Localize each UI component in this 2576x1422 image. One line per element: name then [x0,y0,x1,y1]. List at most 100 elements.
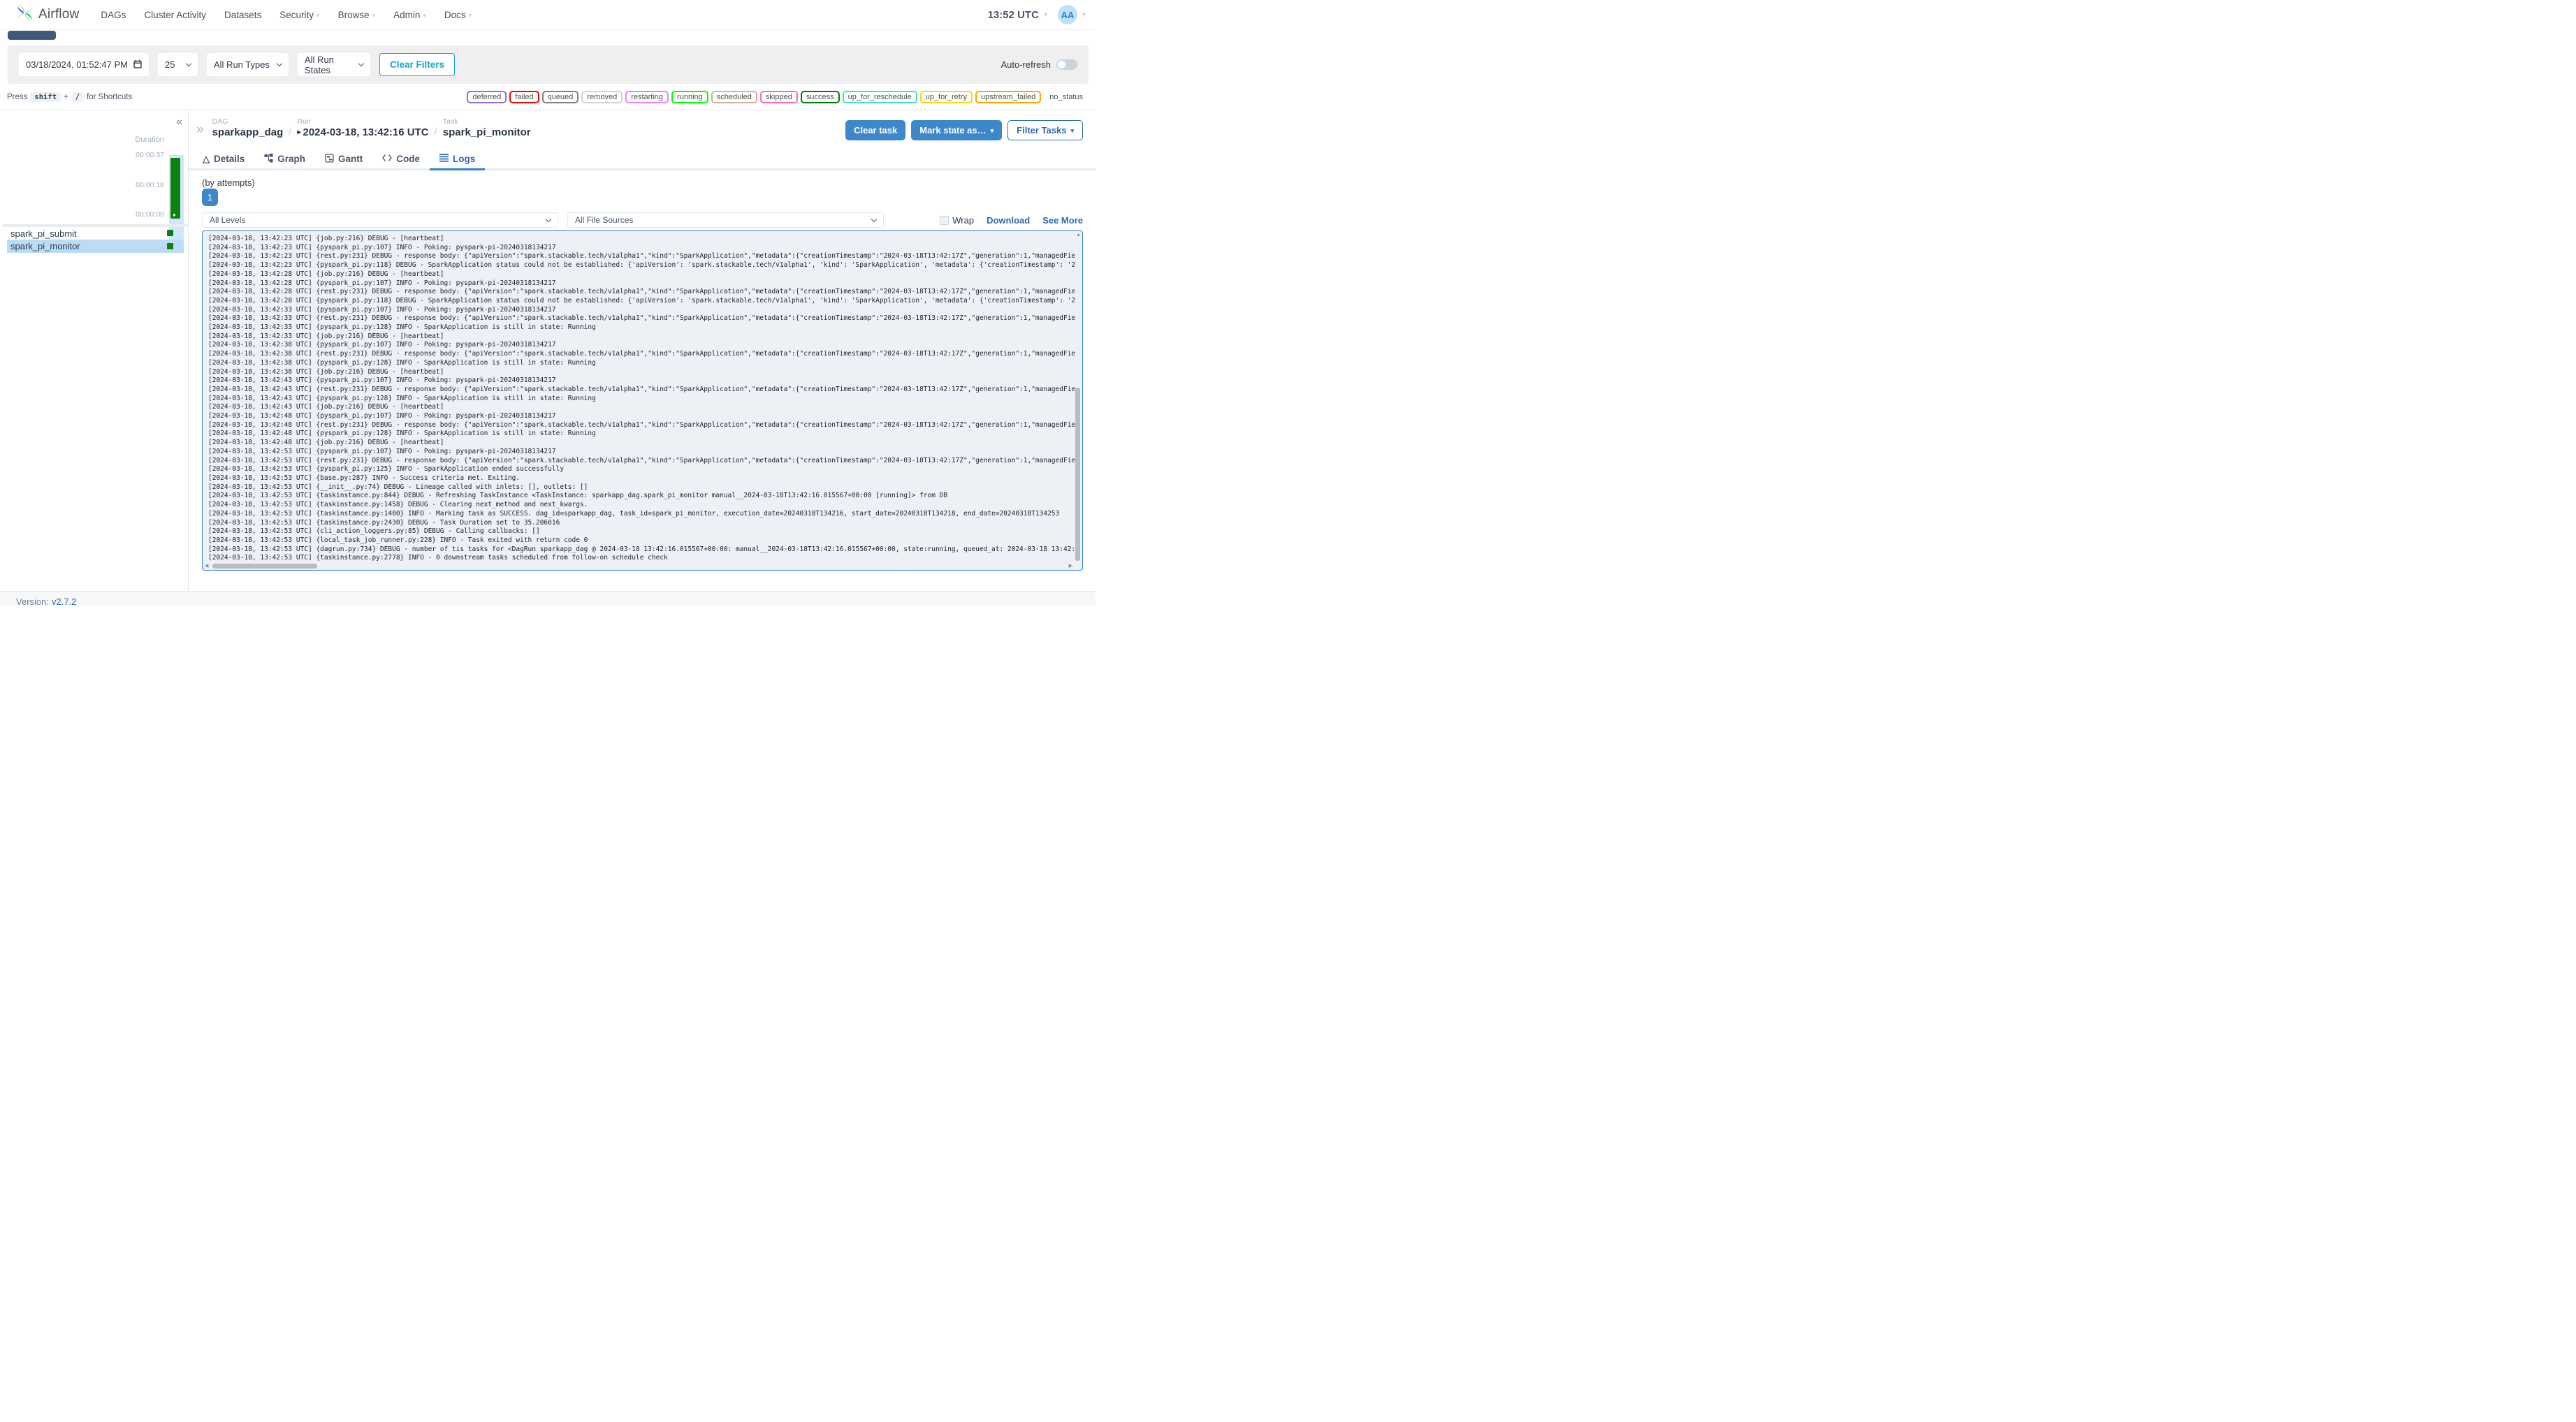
mark-state-button[interactable]: Mark state as… ▾ [911,120,1003,140]
status-badge[interactable]: skipped [759,90,798,103]
task-instance-square-submit[interactable] [167,230,173,236]
nav-item[interactable]: Datasets▾ [215,0,270,29]
manual-run-play-icon: ▸ [173,212,177,218]
chevron-down-icon: ▾ [990,127,994,134]
log-line: [2024-03-18, 13:42:23 UTC] {rest.py:231}… [208,252,1075,261]
log-line: [2024-03-18, 13:42:23 UTC] {pyspark_pi.p… [208,261,1075,270]
log-line: [2024-03-18, 13:42:48 UTC] {pyspark_pi.p… [208,412,556,420]
tab-logs[interactable]: Logs [430,149,486,170]
nav-item[interactable]: Admin ▾ [384,0,435,29]
clear-task-button[interactable]: Clear task [845,120,906,140]
see-more-link[interactable]: See More [1042,215,1083,226]
log-line: [2024-03-18, 13:42:53 UTC] {dagrun.py:73… [208,545,1075,553]
airflow-pinwheel-icon [15,3,34,26]
breadcrumb-chevrons-icon[interactable]: » [196,123,204,136]
status-badge[interactable]: scheduled [711,90,757,103]
collapse-sidebar-icon[interactable]: « [176,116,182,129]
breadcrumb: » DAG sparkapp_dag / Run ▸ 2024-03-18, 13… [196,117,531,138]
status-badge[interactable]: upstream_failed [975,90,1042,103]
version-link[interactable]: v2.7.2 [52,596,76,605]
nav-item[interactable]: DAGs▾ [92,0,135,29]
nav-item[interactable]: Browse ▾ [329,0,385,29]
shift-key: shift [30,91,61,102]
chevron-down-icon [276,60,283,67]
task-value[interactable]: spark_pi_monitor [443,126,531,138]
task-row-spark-pi-monitor[interactable]: spark_pi_monitor [7,240,184,253]
active-nav-stub [8,31,56,40]
horizontal-scrollbar-thumb[interactable] [212,564,317,569]
status-badge[interactable]: no_status [1044,91,1089,103]
run-types-select[interactable]: All Run Types [207,53,289,76]
user-chevron-down-icon[interactable]: ▾ [1082,11,1086,19]
page-size-select[interactable]: 25 [158,53,198,76]
nav-item[interactable]: Cluster Activity▾ [135,0,215,29]
graph-icon [264,153,273,165]
status-badge[interactable]: up_for_reschedule [842,90,917,103]
status-badge[interactable]: up_for_retry [919,90,973,103]
avatar[interactable]: AA [1057,5,1077,24]
run-states-value: All Run States [305,54,334,75]
tab-code[interactable]: Code [372,149,430,168]
horizontal-scrollbar: ◀ ▶ [203,562,1074,570]
clock[interactable]: 13:52 UTC [988,9,1039,21]
status-badge[interactable]: success [800,90,840,103]
chevron-down-icon [358,60,365,67]
scroll-right-icon[interactable]: ▶ [1069,563,1072,569]
duration-label: Duration [135,135,164,144]
status-badge[interactable]: failed [509,90,539,103]
log-line: [2024-03-18, 13:42:43 UTC] {pyspark_pi.p… [208,394,596,402]
scroll-up-icon[interactable]: ▲ [1076,233,1081,237]
airflow-app: Airflow DAGs▾ Cluster Activity▾ Datasets… [0,0,1096,605]
date-input[interactable]: 03/18/2024, 01:52:47 PM [19,53,149,76]
log-line: [2024-03-18, 13:42:53 UTC] {taskinstance… [208,509,1060,518]
status-badge[interactable]: queued [541,90,579,103]
clock-chevron-down-icon[interactable]: ▾ [1044,11,1047,19]
clear-filters-button[interactable]: Clear Filters [379,53,456,76]
log-line: [2024-03-18, 13:42:28 UTC] {pyspark_pi.p… [208,296,1075,305]
nav-item-label: DAGs [101,9,126,20]
dag-value[interactable]: sparkapp_dag [212,126,284,138]
run-label: Run [297,117,311,126]
scroll-left-icon[interactable]: ◀ [205,563,208,569]
log-line: [2024-03-18, 13:42:53 UTC] {taskinstance… [208,554,668,562]
task-row-spark-pi-submit[interactable]: spark_pi_submit [7,228,184,239]
date-value: 03/18/2024, 01:52:47 PM [26,59,129,70]
status-badge[interactable]: restarting [625,90,669,103]
file-sources-value: All File Sources [575,215,634,225]
run-value[interactable]: ▸ 2024-03-18, 13:42:16 UTC [297,126,428,138]
download-link[interactable]: Download [987,215,1030,226]
nav-item[interactable]: Docs ▾ [435,0,481,29]
log-line: [2024-03-18, 13:42:53 UTC] {cli_action_l… [208,527,540,536]
logs-icon [439,154,449,164]
wrap-label: Wrap [952,214,975,226]
vertical-scrollbar-thumb[interactable] [1075,388,1080,561]
task-instance-square-monitor[interactable] [167,243,173,249]
log-line: [2024-03-18, 13:42:28 UTC] {pyspark_pi.p… [208,279,556,287]
log-line: [2024-03-18, 13:42:43 UTC] {pyspark_pi.p… [208,376,556,385]
main-nav: DAGs▾ Cluster Activity▾ Datasets▾ Securi… [92,0,481,29]
log-levels-select[interactable]: All Levels [202,212,558,228]
run-states-select[interactable]: All Run States [298,53,370,76]
chevron-down-icon: ▾ [316,11,320,19]
tab-details[interactable]: △ Details [193,149,254,168]
file-sources-select[interactable]: All File Sources [567,212,884,228]
nav-item[interactable]: Security ▾ [270,0,328,29]
tab-gantt[interactable]: Gantt [315,149,372,168]
chevron-down-icon [545,216,552,222]
airflow-brand[interactable]: Airflow [15,3,79,26]
log-line: [2024-03-18, 13:42:33 UTC] {job.py:216} … [208,332,444,340]
tab-graph[interactable]: Graph [254,149,315,168]
filter-tasks-button[interactable]: Filter Tasks ▾ [1007,120,1083,140]
brand-text: Airflow [38,7,80,22]
status-badge[interactable]: deferred [467,90,507,103]
log-line: [2024-03-18, 13:42:33 UTC] {rest.py:231}… [208,314,1075,323]
log-line: [2024-03-18, 13:42:23 UTC] {job.py:216} … [208,235,444,242]
log-line: [2024-03-18, 13:42:53 UTC] {pyspark_pi.p… [208,465,565,474]
status-badge[interactable]: removed [581,90,623,103]
wrap-checkbox[interactable] [940,215,949,225]
attempt-1-button[interactable]: 1 [202,189,218,206]
auto-refresh-toggle[interactable] [1056,59,1077,70]
status-badge[interactable]: running [671,90,708,103]
run-types-value: All Run Types [214,59,270,70]
dag-run-duration-bar[interactable]: ▸ [170,158,180,219]
